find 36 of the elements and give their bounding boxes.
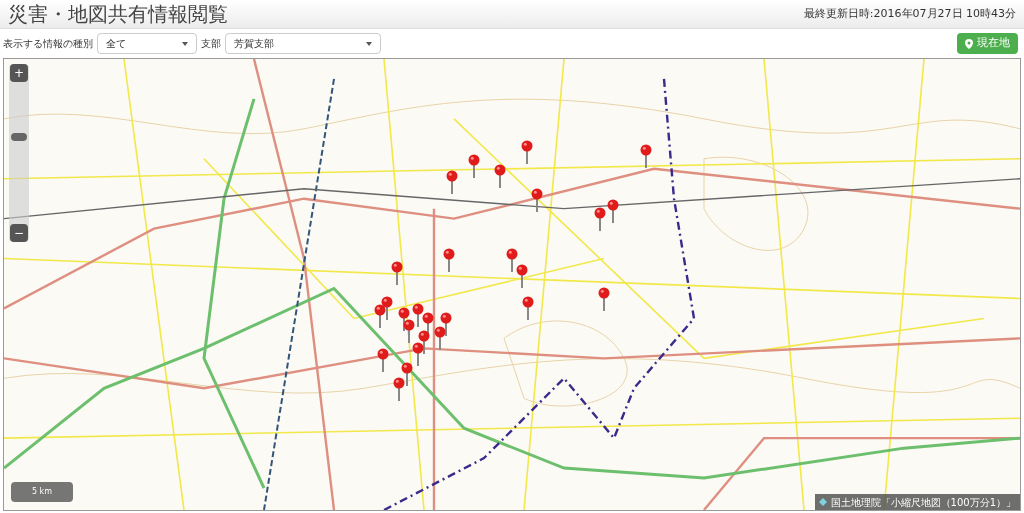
map-pin-icon[interactable] [594,207,606,231]
map-pin-icon[interactable] [446,170,458,194]
map-pin-icon[interactable] [468,154,480,178]
map-pin-icon[interactable] [522,296,534,320]
map-pin-icon[interactable] [374,304,386,328]
caret-icon [366,41,372,46]
map-pin-icon[interactable] [516,264,528,288]
map-pin-icon[interactable] [434,326,446,350]
map-pin-icon[interactable] [412,303,424,327]
page-title: 災害・地図共有情報閲覧 [8,4,228,24]
map-pin-icon[interactable] [640,144,652,168]
map-pin-icon[interactable] [494,164,506,188]
caret-icon [182,41,188,46]
diamond-icon [818,498,827,506]
map-pin-icon[interactable] [377,348,389,372]
map-pin-icon[interactable] [531,188,543,212]
zoom-in-button[interactable]: + [10,64,28,82]
map-pin-icon[interactable] [443,248,455,272]
scale-bar: 5 km [11,482,73,502]
map-pin-icon[interactable] [607,199,619,223]
zoom-slider-thumb[interactable] [11,132,27,141]
map-pin-icon[interactable] [403,319,415,343]
location-pin-icon [965,38,973,49]
attribution-text: 国土地理院「小縮尺地図（100万分1）」 [830,495,1016,510]
filter-label: 支部 [201,37,221,51]
map-pin-icon[interactable] [598,287,610,311]
map-pin-icon[interactable] [521,140,533,164]
map-pin-icon[interactable] [393,377,405,401]
filter-select[interactable]: 全て [97,33,197,54]
map-pin-icon[interactable] [506,248,518,272]
last-updated-text: 最終更新日時:2016年07月27日 10時43分 [803,5,1016,22]
map-pin-icon[interactable] [412,342,424,366]
map-pin-icon[interactable] [391,261,403,285]
zoom-out-button[interactable]: − [10,224,28,242]
filter-label: 表示する情報の種別 [3,37,93,51]
filter-select[interactable]: 芳賀支部 [225,33,381,54]
